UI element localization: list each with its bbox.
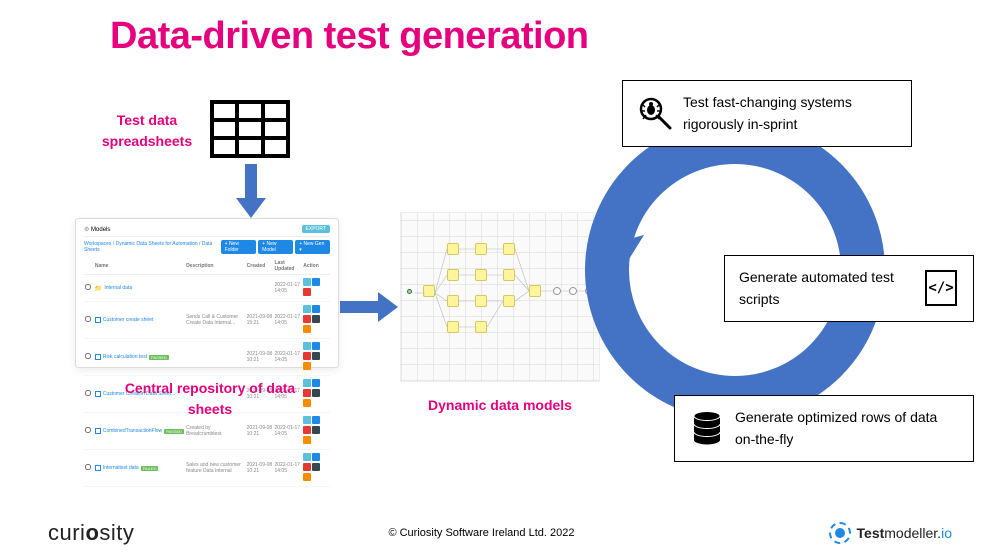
action-icon[interactable] (312, 342, 320, 350)
table-row[interactable]: Internaltest data FAILEDSales and new cu… (84, 450, 330, 487)
row-checkbox[interactable] (85, 284, 91, 290)
new-folder-button[interactable]: + New Folder (221, 240, 257, 254)
testmodeller-logo: Testmodeller.io (829, 522, 952, 544)
curiosity-logo: curiosity (48, 520, 134, 546)
models-panel-title: ⚙ Models (84, 226, 110, 233)
slide-title: Data-driven test generation (110, 15, 589, 58)
action-icon[interactable] (303, 416, 311, 424)
action-icon[interactable] (312, 352, 320, 360)
info-box-text: Test fast-changing systems rigorously in… (683, 91, 897, 136)
action-icon[interactable] (303, 352, 311, 360)
repository-label: Central repository of data sheets (120, 378, 300, 420)
arrow-right-icon (340, 292, 400, 322)
table-row[interactable]: 📁 Internal data2022-01-17 14:05 (84, 275, 330, 302)
action-icon[interactable] (303, 305, 311, 313)
magnify-bug-icon (637, 95, 673, 131)
arrow-down-icon (236, 164, 266, 220)
action-icon[interactable] (303, 379, 311, 387)
action-icon[interactable] (303, 389, 311, 397)
models-table: Name Description Created Last Updated Ac… (84, 258, 330, 487)
info-box-text: Generate optimized rows of data on-the-f… (735, 406, 959, 451)
action-icon[interactable] (303, 436, 311, 444)
copyright: © Curiosity Software Ireland Ltd. 2022 (388, 527, 574, 539)
action-icon[interactable] (303, 453, 311, 461)
info-box-test-fast: Test fast-changing systems rigorously in… (622, 80, 912, 147)
spreadsheet-grid-icon (210, 100, 290, 160)
action-icon[interactable] (303, 426, 311, 434)
action-icon[interactable] (303, 278, 311, 286)
action-icon[interactable] (303, 325, 311, 333)
export-button[interactable]: EXPORT (302, 225, 330, 233)
action-icon[interactable] (312, 389, 320, 397)
info-box-text: Generate automated test scripts (739, 266, 913, 311)
footer: curiosity © Curiosity Software Ireland L… (0, 520, 1000, 546)
action-icon[interactable] (303, 463, 311, 471)
dynamic-models-label: Dynamic data models (420, 395, 580, 416)
table-row[interactable]: Customer create sheetSends Call & Custom… (84, 302, 330, 339)
action-icon[interactable] (303, 362, 311, 370)
row-checkbox[interactable] (85, 464, 91, 470)
action-icon[interactable] (303, 399, 311, 407)
action-icon[interactable] (312, 426, 320, 434)
action-icon[interactable] (312, 463, 320, 471)
spreadsheets-label: Test data spreadsheets (92, 110, 202, 152)
action-icon[interactable] (303, 288, 311, 296)
table-row[interactable]: Risk calculation test PASSED2021-09-08 1… (84, 339, 330, 376)
action-icon[interactable] (303, 342, 311, 350)
row-checkbox[interactable] (85, 427, 91, 433)
action-icon[interactable] (303, 473, 311, 481)
action-icon[interactable] (312, 453, 320, 461)
action-icon[interactable] (312, 379, 320, 387)
action-icon[interactable] (303, 315, 311, 323)
code-file-icon: </> (923, 270, 959, 306)
row-checkbox[interactable] (85, 353, 91, 359)
new-model-button[interactable]: + New Model (258, 240, 293, 254)
action-icon[interactable] (312, 315, 320, 323)
models-panel: ⚙ Models EXPORT Workspaces / Dynamic Dat… (75, 218, 339, 368)
info-box-optimized-data: Generate optimized rows of data on-the-f… (674, 395, 974, 462)
action-icon[interactable] (312, 416, 320, 424)
new-gen-button[interactable]: + New Gen ▾ (295, 240, 330, 254)
row-checkbox[interactable] (85, 390, 91, 396)
breadcrumb[interactable]: Workspaces / Dynamic Data Sheets for Aut… (84, 241, 221, 253)
database-icon (689, 410, 725, 446)
action-icon[interactable] (312, 305, 320, 313)
action-icon[interactable] (312, 278, 320, 286)
info-box-scripts: Generate automated test scripts </> (724, 255, 974, 322)
row-checkbox[interactable] (85, 316, 91, 322)
